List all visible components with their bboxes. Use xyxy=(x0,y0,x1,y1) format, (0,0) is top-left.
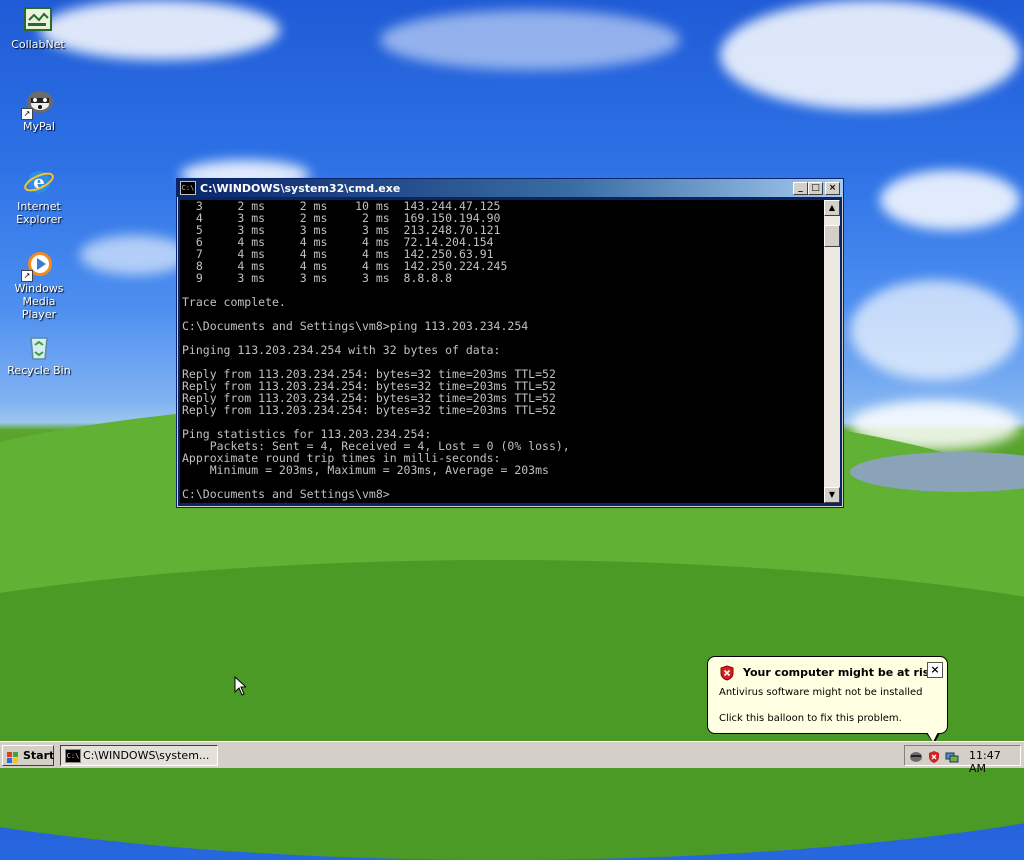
desktop-icon-label: MyPal xyxy=(23,120,55,133)
balloon-close-button[interactable]: × xyxy=(927,662,943,678)
taskbar-button-label: C:\WINDOWS\system... xyxy=(83,749,210,762)
taskbar: Start C:\ C:\WINDOWS\system... 11:47 AM xyxy=(0,741,1024,775)
mouse-cursor-icon xyxy=(234,675,248,696)
collabnet-icon xyxy=(22,4,54,36)
cmd-titlebar[interactable]: C:\ C:\WINDOWS\system32\cmd.exe _ □ × xyxy=(177,179,843,197)
desktop-icon-collabnet[interactable]: CollabNet xyxy=(0,4,78,51)
balloon-message: Antivirus software might not be installe… xyxy=(719,687,923,698)
shortcut-arrow-icon: ↗ xyxy=(21,270,33,282)
cmd-app-icon[interactable]: C:\ xyxy=(180,181,196,195)
scroll-thumb[interactable] xyxy=(824,225,840,247)
security-alert-tray-icon[interactable] xyxy=(927,749,941,763)
minimize-button[interactable]: _ xyxy=(793,181,808,195)
desktop-icon-windows-media-player[interactable]: ↗ Windows Media Player xyxy=(0,248,79,321)
desktop-icon-recycle-bin[interactable]: Recycle Bin xyxy=(0,330,79,377)
desktop-icon-label: CollabNet xyxy=(11,38,65,51)
system-tray: 11:47 AM xyxy=(904,745,1021,775)
balloon-action-text[interactable]: Click this balloon to fix this problem. xyxy=(719,713,902,724)
console-text: 3 2 ms 2 ms 10 ms 143.244.47.125 4 3 ms … xyxy=(182,200,570,501)
console-output[interactable]: 3 2 ms 2 ms 10 ms 143.244.47.125 4 3 ms … xyxy=(180,200,824,503)
security-shield-icon xyxy=(720,665,734,681)
windows-logo-icon xyxy=(7,750,19,763)
mypal-tray-icon[interactable] xyxy=(909,749,923,763)
balloon-title: Your computer might be at risk xyxy=(743,666,937,679)
taskbar-button-cmd[interactable]: C:\ C:\WINDOWS\system... xyxy=(60,745,218,766)
desktop-icon-mypal[interactable]: ↗ MyPal xyxy=(0,86,79,133)
desktop-icon-label: Internet Explorer xyxy=(16,200,62,226)
security-balloon[interactable]: Your computer might be at risk × Antivir… xyxy=(707,656,948,744)
recycle-bin-icon xyxy=(23,330,55,362)
scroll-down-button[interactable]: ▼ xyxy=(824,487,840,503)
close-button[interactable]: × xyxy=(825,181,840,195)
scroll-up-button[interactable]: ▲ xyxy=(824,200,840,216)
start-label: Start xyxy=(23,749,55,762)
internet-explorer-icon: e xyxy=(23,166,55,198)
vertical-scrollbar[interactable]: ▲ ▼ xyxy=(824,200,840,503)
start-button[interactable]: Start xyxy=(2,745,54,766)
mypal-icon: ↗ xyxy=(21,86,55,120)
maximize-button[interactable]: □ xyxy=(808,181,823,195)
desktop-icon-label: Windows Media Player xyxy=(14,282,64,321)
shortcut-arrow-icon: ↗ xyxy=(21,108,33,120)
network-tray-icon[interactable] xyxy=(945,749,959,763)
desktop-icon-internet-explorer[interactable]: e Internet Explorer xyxy=(0,166,79,226)
desktop-icon-label: Recycle Bin xyxy=(7,364,71,377)
taskbar-clock[interactable]: 11:47 AM xyxy=(969,749,1020,775)
windows-media-player-icon: ↗ xyxy=(21,248,55,282)
cmd-window-title: C:\WINDOWS\system32\cmd.exe xyxy=(200,181,401,195)
cmd-window[interactable]: C:\ C:\WINDOWS\system32\cmd.exe _ □ × 3 … xyxy=(176,178,844,508)
cmd-taskbar-icon: C:\ xyxy=(65,749,81,763)
